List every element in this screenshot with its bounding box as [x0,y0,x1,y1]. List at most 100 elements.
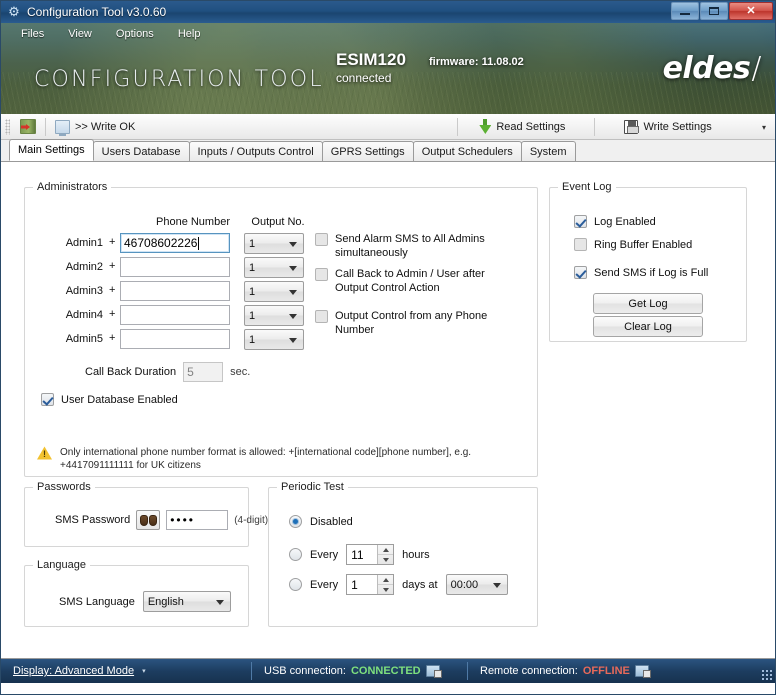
sms-password-input[interactable]: •••• [166,510,229,530]
periodic-test-time-select[interactable]: 00:00 [445,574,508,595]
main-toolbar: >> Write OK Read Settings Write Settings… [1,114,775,140]
tab-users-database[interactable]: Users Database [92,141,190,161]
warning-triangle-icon [37,446,52,460]
periodic-test-hours-option[interactable]: Every 11 hours [289,544,430,565]
get-log-button[interactable]: Get Log [593,293,703,314]
toolbar-grip[interactable] [5,118,10,135]
sms-language-select[interactable]: English [142,591,231,612]
send-alarm-sms-option[interactable]: Send Alarm SMS to All Admins simultaneou… [315,232,515,260]
logo-mark: / [751,51,761,86]
chevron-down-icon[interactable]: ▾ [142,667,146,675]
admin1-phone-input[interactable]: 46708602226 [120,233,230,253]
plus-sign: + [109,284,116,296]
administrators-group: Administrators Phone Number Output No. A… [24,181,538,477]
ring-buffer-checkbox[interactable] [574,238,587,251]
log-enabled-checkbox[interactable] [574,215,587,228]
admin2-output-select[interactable]: 1 [244,257,304,278]
admin1-output-select[interactable]: 1 [244,233,304,254]
tab-main-settings[interactable]: Main Settings [9,139,94,161]
application-window: ⚙ Configuration Tool v3.0.60 ✕ Files Vie… [0,0,776,695]
firmware-version: firmware: 11.08.02 [429,56,524,68]
hero-area: CONFIGURATION TOOL ESIM120 firmware: 11.… [1,45,775,114]
event-log-group-title: Event Log [558,181,616,193]
call-back-checkbox[interactable] [315,268,328,281]
menu-item-view[interactable]: View [58,26,102,42]
phone-format-warning-text: Only international phone number format i… [60,447,472,471]
admin3-phone-input[interactable] [120,281,230,301]
callback-duration-input[interactable]: 5 [183,362,224,382]
text-caret [198,236,200,250]
tab-system[interactable]: System [520,141,576,161]
display-mode-link[interactable]: Display: Advanced Mode [13,665,134,677]
sms-password-hint: (4-digit) [234,514,269,526]
days-stepper-up[interactable] [378,575,393,584]
admin4-output-select[interactable]: 1 [244,305,304,326]
days-stepper-down[interactable] [378,584,394,594]
periodic-test-hours-radio[interactable] [289,548,302,561]
log-enabled-option[interactable]: Log Enabled [574,215,656,228]
plus-sign: + [109,236,116,248]
periodic-test-days-radio[interactable] [289,578,302,591]
usb-connection-item: USB connection: CONNECTED [252,659,467,683]
write-status-item[interactable]: >> Write OK [48,116,142,138]
admin3-output-select[interactable]: 1 [244,281,304,302]
eldes-logo: eldes/ [663,51,762,86]
admin5-label: Admin5 [65,333,103,345]
send-sms-log-full-checkbox[interactable] [574,266,587,279]
toolbar-separator-3 [594,117,596,136]
periodic-test-days-stepper[interactable]: 1 [346,574,395,595]
periodic-test-disabled-radio[interactable] [289,515,302,528]
chevron-down-icon [289,313,297,319]
admin5-phone-input[interactable] [120,329,230,349]
hours-stepper-up[interactable] [378,545,393,554]
periodic-test-hours-stepper[interactable]: 11 [346,544,395,565]
menu-bar: Files View Options Help [1,23,775,45]
tab-inputs-outputs-control[interactable]: Inputs / Outputs Control [188,141,323,161]
write-settings-button[interactable]: Write Settings [617,116,718,138]
send-alarm-sms-checkbox[interactable] [315,233,328,246]
remote-connection-item: Remote connection: OFFLINE [468,659,661,683]
tab-output-schedulers[interactable]: Output Schedulers [412,141,522,161]
title-bar: ⚙ Configuration Tool v3.0.60 ✕ [1,1,775,23]
user-database-checkbox[interactable] [41,393,54,406]
read-settings-button[interactable]: Read Settings [472,116,572,138]
phone-number-column-header: Phone Number [156,216,230,228]
user-database-option[interactable]: User Database Enabled [41,393,178,406]
display-mode-item[interactable]: Display: Advanced Mode ▾ [1,659,251,683]
toolbar-overflow-button[interactable]: ▾ [757,119,771,135]
maximize-button[interactable] [700,2,728,20]
output-control-any-phone-option[interactable]: Output Control from any Phone Number [315,309,515,337]
clear-log-button[interactable]: Clear Log [593,316,703,337]
ring-buffer-option[interactable]: Ring Buffer Enabled [574,238,692,251]
admin4-phone-input[interactable] [120,305,230,325]
menu-item-files[interactable]: Files [11,26,54,42]
periodic-test-days-option[interactable]: Every 1 days at 00:00 [289,574,508,595]
periodic-test-disabled-option[interactable]: Disabled [289,515,353,528]
admin2-label: Admin2 [65,261,103,273]
output-control-any-phone-label: Output Control from any Phone Number [335,310,488,336]
exit-button[interactable] [13,116,43,138]
passwords-group-title: Passwords [33,481,95,493]
plus-sign: + [109,260,116,272]
admin5-output-select[interactable]: 1 [244,329,304,350]
passwords-group: Passwords SMS Password •••• (4-digit) [24,481,268,547]
menu-item-options[interactable]: Options [106,26,164,42]
header-banner: Files View Options Help CONFIGURATION TO… [1,23,775,114]
admin2-phone-input[interactable] [120,257,230,277]
sms-password-value: •••• [170,513,196,527]
close-button[interactable]: ✕ [729,2,773,20]
minimize-button[interactable] [671,2,699,20]
resize-grip[interactable] [761,669,773,681]
call-back-option[interactable]: Call Back to Admin / User after Output C… [315,267,520,295]
callback-duration-label: Call Back Duration [85,366,177,378]
event-log-group: Event Log Log Enabled Ring Buffer Enable… [549,181,747,342]
chevron-down-icon [289,289,297,295]
send-sms-log-full-option[interactable]: Send SMS if Log is Full [574,266,708,279]
hours-stepper-down[interactable] [378,554,394,564]
menu-item-help[interactable]: Help [168,26,211,42]
binoculars-icon[interactable] [136,510,161,530]
chevron-down-icon [289,265,297,271]
tab-gprs-settings[interactable]: GPRS Settings [321,141,414,161]
send-sms-log-full-label: Send SMS if Log is Full [594,266,709,279]
output-control-any-phone-checkbox[interactable] [315,310,328,323]
